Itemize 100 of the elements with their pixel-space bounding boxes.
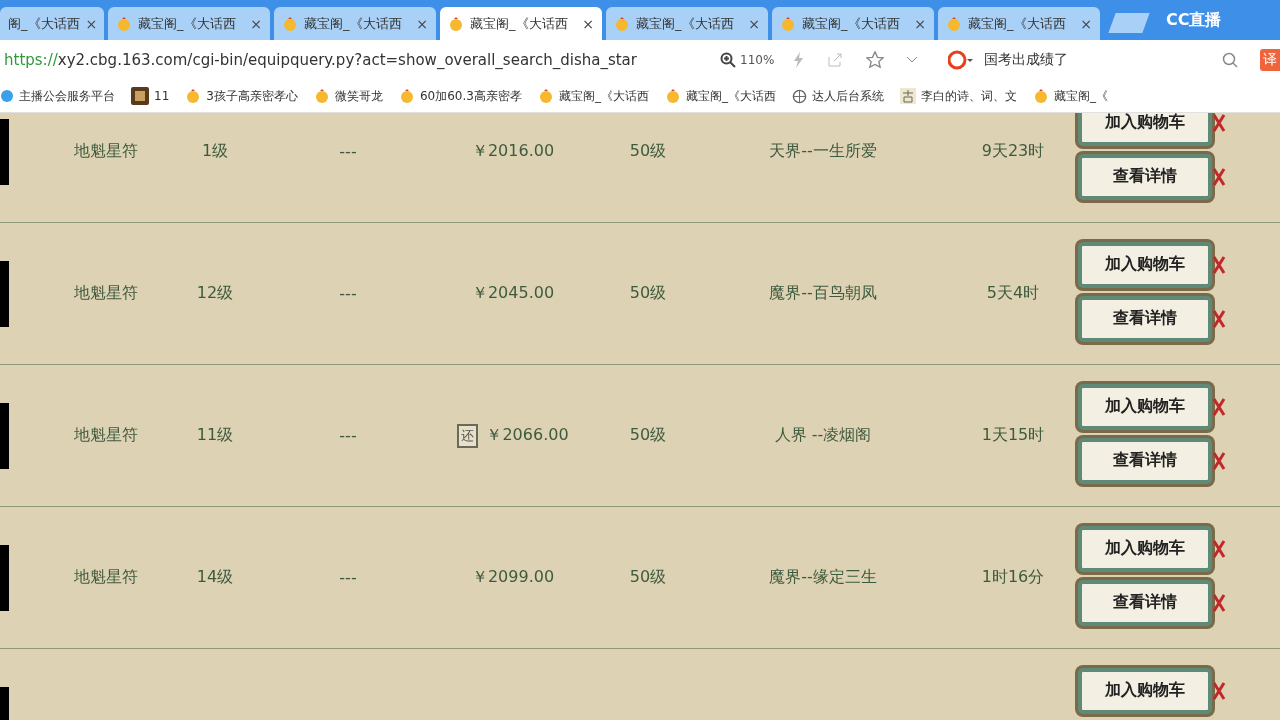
ribbon-icon xyxy=(1212,308,1226,329)
details-button[interactable]: 查看详情 xyxy=(1078,437,1212,484)
browser-tab[interactable]: 阁_《大话西 × xyxy=(0,7,104,40)
chick-icon xyxy=(313,88,330,104)
add-to-cart-button[interactable]: 加入购物车 xyxy=(1078,383,1212,430)
chick-icon xyxy=(1032,88,1049,104)
search-icon[interactable] xyxy=(1222,52,1238,68)
details-button[interactable]: 查看详情 xyxy=(1078,295,1212,342)
chick-icon xyxy=(398,88,415,104)
zoom-indicator[interactable]: 110% xyxy=(720,52,775,68)
item-level: 1级 xyxy=(201,141,229,162)
brand-logo: CC直播 xyxy=(1166,10,1222,31)
tab-title: 藏宝阁_《大话西 xyxy=(636,14,735,33)
address-field[interactable]: https://xy2.cbg.163.com/cgi-bin/equipquery.py?act=show_overall_search_disha_star xyxy=(4,51,720,69)
browser-tab[interactable]: 藏宝阁_《大话西 × xyxy=(606,7,768,40)
globe-icon xyxy=(791,88,807,104)
grade: 50级 xyxy=(629,425,667,446)
bookmark-item[interactable]: 3孩子高亲密孝心 xyxy=(185,87,298,105)
add-to-cart-button[interactable]: 加入购物车 xyxy=(1078,667,1212,714)
bookmark-item[interactable]: 60加60.3高亲密孝 xyxy=(398,87,522,105)
price: ￥2066.00 xyxy=(486,425,569,446)
tab-title: 阁_《大话西 xyxy=(8,14,80,33)
table-cell: --- xyxy=(339,426,357,445)
item-name: 地魁星符 xyxy=(74,141,138,162)
bookmark-item[interactable]: 李白的诗、词、文 xyxy=(899,87,1017,105)
share-icon[interactable] xyxy=(828,53,843,67)
bookmark-item[interactable]: 藏宝阁_《 xyxy=(1032,87,1108,105)
ribbon-icon xyxy=(1212,450,1226,471)
close-icon[interactable]: × xyxy=(416,15,428,32)
add-to-cart-button[interactable]: 加入购物车 xyxy=(1078,525,1212,572)
chick-icon xyxy=(614,15,630,32)
bookmark-item[interactable]: 主播公会服务平台 xyxy=(0,87,115,105)
grade: 50级 xyxy=(629,567,667,588)
ribbon-icon xyxy=(1212,113,1226,133)
close-icon[interactable]: × xyxy=(748,15,760,32)
item-name: 地魁星符 xyxy=(74,425,138,446)
item-name: 地魁星符 xyxy=(74,567,138,588)
browser-tab[interactable]: 藏宝阁_《大话西 × xyxy=(440,7,602,40)
new-tab-button[interactable] xyxy=(1108,13,1150,33)
item-name: 地魁星符 xyxy=(74,283,138,304)
sogou-icon[interactable] xyxy=(948,50,975,70)
time-left: 1天15时 xyxy=(981,425,1045,446)
price: ￥2099.00 xyxy=(471,567,555,588)
tab-title: 藏宝阁_《大话西 xyxy=(802,14,901,33)
chick-icon xyxy=(116,15,132,32)
server-name: 魔界--缘定三生 xyxy=(769,567,877,588)
close-icon[interactable]: × xyxy=(582,15,594,32)
bookmark-item[interactable]: 达人后台系统 xyxy=(791,87,884,105)
tab-title: 藏宝阁_《大话西 xyxy=(470,14,569,33)
chick-icon xyxy=(185,88,202,104)
price: ￥2016.00 xyxy=(471,141,555,162)
chick-icon xyxy=(448,15,464,32)
chick-icon xyxy=(946,15,962,32)
ribbon-icon xyxy=(1212,592,1226,613)
ribbon-icon xyxy=(1212,254,1226,275)
book-icon xyxy=(899,88,916,104)
grade: 50级 xyxy=(629,283,667,304)
ribbon-icon xyxy=(1212,538,1226,559)
item-level: 12级 xyxy=(196,283,234,304)
table-cell: --- xyxy=(339,568,357,587)
browser-tab[interactable]: 藏宝阁_《大话西 × xyxy=(108,7,270,40)
time-left: 5天4时 xyxy=(986,283,1040,304)
tab-title: 藏宝阁_《大话西 xyxy=(138,14,237,33)
item-level: 11级 xyxy=(196,425,234,446)
ribbon-icon xyxy=(1212,680,1226,701)
add-to-cart-button[interactable]: 加入购物车 xyxy=(1078,113,1212,146)
grade: 50级 xyxy=(629,141,667,162)
time-left: 1时16分 xyxy=(981,567,1045,588)
add-to-cart-button[interactable]: 加入购物车 xyxy=(1078,241,1212,288)
browser-tab[interactable]: 藏宝阁_《大话西 × xyxy=(274,7,436,40)
browser-tab[interactable]: 藏宝阁_《大话西 × xyxy=(938,7,1100,40)
close-icon[interactable]: × xyxy=(85,15,98,32)
chick-icon xyxy=(537,88,554,104)
time-left: 9天23时 xyxy=(981,141,1045,162)
star-icon[interactable] xyxy=(866,51,885,69)
server-name: 天界--一生所爱 xyxy=(769,141,877,162)
server-name: 魔界--百鸟朝凤 xyxy=(769,283,877,304)
close-icon[interactable]: × xyxy=(914,15,926,32)
chick-icon xyxy=(664,88,681,104)
return-badge: 还 xyxy=(457,423,479,448)
close-icon[interactable]: × xyxy=(1080,15,1092,32)
chick-icon xyxy=(780,15,796,32)
bookmark-item[interactable]: 11 xyxy=(131,87,170,105)
chevron-icon[interactable] xyxy=(906,56,919,64)
game-icon xyxy=(131,87,149,105)
tab-title: 藏宝阁_《大话西 xyxy=(968,14,1067,33)
chick-icon xyxy=(282,15,298,32)
hot-search-text[interactable]: 国考出成绩了 xyxy=(984,51,1215,69)
table-cell: --- xyxy=(339,284,357,303)
details-button[interactable]: 查看详情 xyxy=(1078,579,1212,626)
close-icon[interactable]: × xyxy=(250,15,262,32)
bookmark-item[interactable]: 微笑哥龙 xyxy=(313,87,383,105)
item-level: 14级 xyxy=(196,567,234,588)
table-cell: --- xyxy=(339,142,357,161)
tab-title: 藏宝阁_《大话西 xyxy=(304,14,403,33)
bookmark-item[interactable]: 藏宝阁_《大话西 xyxy=(664,87,776,105)
browser-tab[interactable]: 藏宝阁_《大话西 × xyxy=(772,7,934,40)
bookmark-item[interactable]: 藏宝阁_《大话西 xyxy=(537,87,649,105)
server-name: 人界 --凌烟阁 xyxy=(774,425,872,446)
details-button[interactable]: 查看详情 xyxy=(1078,153,1212,200)
